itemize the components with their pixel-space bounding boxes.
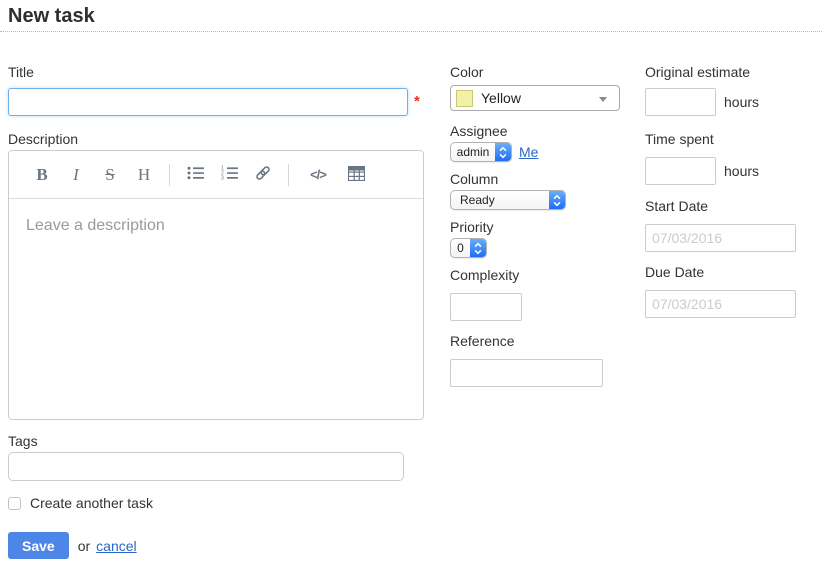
description-placeholder: Leave a description bbox=[26, 217, 165, 234]
original-estimate-input[interactable] bbox=[645, 88, 716, 116]
italic-button[interactable]: I bbox=[67, 165, 85, 185]
table-icon bbox=[348, 166, 365, 184]
save-button[interactable]: Save bbox=[8, 532, 69, 559]
new-task-page: New task Title * Description B I S H 123 bbox=[0, 0, 822, 569]
middle-column: Color Yellow Assignee admin Me Column Re… bbox=[450, 64, 622, 387]
priority-select[interactable]: 0 bbox=[450, 238, 487, 258]
dropdown-arrow-icon bbox=[599, 97, 607, 102]
select-stepper-icon bbox=[495, 143, 511, 161]
cancel-link[interactable]: cancel bbox=[96, 538, 136, 554]
toolbar-separator bbox=[169, 164, 170, 186]
table-button[interactable] bbox=[347, 165, 365, 185]
title-input[interactable] bbox=[8, 88, 408, 116]
assignee-me-link[interactable]: Me bbox=[519, 144, 538, 160]
original-estimate-unit: hours bbox=[724, 94, 759, 110]
color-dropdown[interactable]: Yellow bbox=[450, 85, 620, 111]
assignee-label: Assignee bbox=[450, 123, 622, 139]
editor-toolbar: B I S H 123 </> bbox=[9, 151, 423, 199]
assignee-select[interactable]: admin bbox=[450, 142, 512, 162]
svg-text:3: 3 bbox=[221, 176, 224, 181]
strikethrough-button[interactable]: S bbox=[101, 165, 119, 185]
bold-button[interactable]: B bbox=[33, 165, 51, 185]
or-text: or bbox=[78, 538, 90, 554]
original-estimate-label: Original estimate bbox=[645, 64, 815, 80]
required-asterisk: * bbox=[414, 93, 420, 110]
description-editor: B I S H 123 </> bbox=[8, 150, 424, 420]
ordered-list-button[interactable]: 123 bbox=[220, 165, 238, 185]
left-column: Title * Description B I S H 123 bbox=[8, 64, 424, 559]
color-swatch-yellow bbox=[456, 90, 473, 107]
complexity-label: Complexity bbox=[450, 267, 622, 283]
description-textarea[interactable]: Leave a description bbox=[9, 199, 423, 253]
code-button[interactable]: </> bbox=[305, 165, 331, 185]
column-select[interactable]: Ready bbox=[450, 190, 566, 210]
assignee-selected-value: admin bbox=[451, 145, 495, 159]
select-stepper-icon bbox=[549, 191, 565, 209]
description-label: Description bbox=[8, 131, 424, 147]
link-button[interactable] bbox=[254, 165, 272, 185]
unordered-list-icon bbox=[187, 165, 204, 184]
select-stepper-icon bbox=[470, 239, 486, 257]
create-another-checkbox[interactable] bbox=[8, 497, 21, 510]
due-date-label: Due Date bbox=[645, 264, 815, 280]
time-spent-unit: hours bbox=[724, 163, 759, 179]
priority-label: Priority bbox=[450, 219, 622, 235]
form-actions: Save or cancel bbox=[8, 532, 424, 559]
column-selected-value: Ready bbox=[451, 193, 549, 207]
column-label: Column bbox=[450, 171, 622, 187]
start-date-input[interactable] bbox=[645, 224, 796, 252]
due-date-input[interactable] bbox=[645, 290, 796, 318]
link-icon bbox=[254, 165, 272, 184]
complexity-input[interactable] bbox=[450, 293, 522, 321]
reference-label: Reference bbox=[450, 333, 622, 349]
heading-button[interactable]: H bbox=[135, 165, 153, 185]
start-date-label: Start Date bbox=[645, 198, 815, 214]
color-label: Color bbox=[450, 64, 622, 80]
tags-label: Tags bbox=[8, 433, 424, 449]
page-title: New task bbox=[8, 5, 95, 28]
ordered-list-icon: 123 bbox=[221, 165, 238, 184]
unordered-list-button[interactable] bbox=[186, 165, 204, 185]
create-another-row[interactable]: Create another task bbox=[8, 495, 424, 511]
title-label: Title bbox=[8, 64, 424, 80]
time-spent-input[interactable] bbox=[645, 157, 716, 185]
time-spent-label: Time spent bbox=[645, 131, 815, 147]
right-column: Original estimate hours Time spent hours… bbox=[645, 64, 815, 318]
color-selected-value: Yellow bbox=[481, 90, 521, 106]
toolbar-separator bbox=[288, 164, 289, 186]
create-another-label: Create another task bbox=[30, 495, 153, 511]
priority-selected-value: 0 bbox=[451, 241, 470, 255]
reference-input[interactable] bbox=[450, 359, 603, 387]
tags-input[interactable] bbox=[8, 452, 404, 481]
header-divider bbox=[0, 31, 822, 32]
